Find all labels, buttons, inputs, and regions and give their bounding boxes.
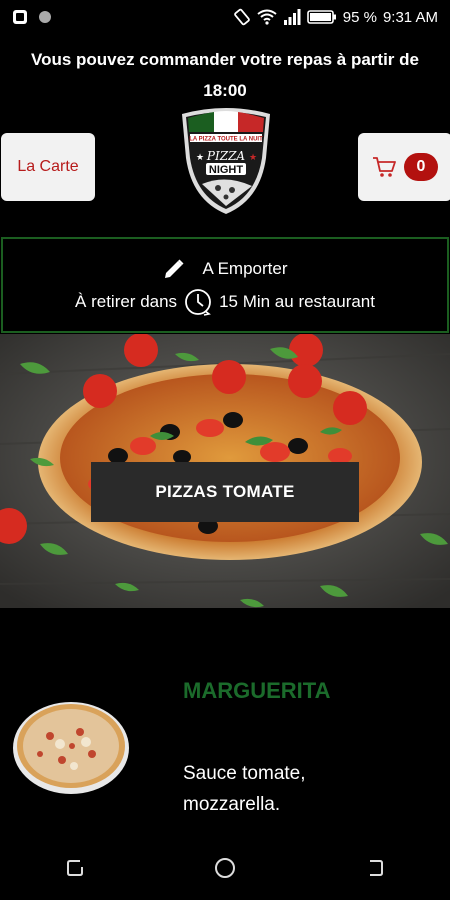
product-image: [13, 702, 129, 794]
record-icon: [39, 11, 51, 23]
cart-count-badge: 0: [404, 153, 438, 181]
home-icon[interactable]: [213, 856, 237, 880]
rotation-lock-icon: [233, 8, 250, 26]
product-card[interactable]: MARGUERITA Sauce tomate, mozzarella.: [0, 640, 450, 840]
notification-icon: [13, 10, 27, 24]
system-navigation-bar: [0, 836, 450, 900]
battery-level: 95 %: [342, 8, 377, 26]
pickup-time-row: À retirer dans 15 Min au restaurant: [3, 287, 447, 317]
order-mode-row: A Emporter: [3, 257, 447, 281]
banner-line-1: Vous pouvez commander votre repas à part…: [31, 50, 419, 69]
logo-tagline: LA PIZZA TOUTE LA NUIT: [189, 137, 263, 143]
menu-button[interactable]: La Carte: [1, 133, 95, 201]
back-icon[interactable]: [364, 857, 386, 879]
banner-line-2: 18:00: [203, 81, 247, 100]
pizza-night-logo: LA PIZZA TOUTE LA NUIT ★ ★ PIZZA NIGHT: [182, 108, 270, 214]
status-left: [12, 9, 52, 25]
wifi-icon: [257, 9, 277, 25]
opening-hours-banner: Vous pouvez commander votre repas à part…: [0, 44, 450, 106]
recents-icon[interactable]: [64, 857, 86, 879]
status-bar: 95 % 9:31 AM: [0, 0, 450, 34]
svg-text:★: ★: [249, 153, 257, 163]
edit-pencil-icon[interactable]: [162, 257, 186, 281]
menu-button-label: La Carte: [17, 158, 79, 175]
order-mode-label: A Emporter: [202, 259, 288, 278]
cart-icon: [373, 157, 396, 177]
category-pizzas-tomate-button[interactable]: PIZZAS TOMATE: [91, 462, 359, 522]
cart-button[interactable]: 0: [358, 133, 450, 201]
battery-icon: [306, 10, 336, 24]
pickup-prefix: À retirer dans: [75, 292, 178, 311]
logo-brand-bottom: NIGHT: [209, 164, 244, 176]
product-description: Sauce tomate, mozzarella.: [183, 763, 306, 815]
product-name: MARGUERITA: [183, 678, 331, 703]
order-mode-panel[interactable]: A Emporter À retirer dans 15 Min au rest…: [1, 237, 449, 333]
clock: 9:31 AM: [382, 8, 438, 26]
signal-icon: [283, 9, 301, 25]
clock-icon: [185, 289, 211, 316]
logo-brand-top: PIZZA: [206, 149, 245, 163]
svg-text:★: ★: [196, 153, 204, 163]
status-right: 95 % 9:31 AM: [233, 8, 438, 26]
pickup-time: 15 Min au restaurant: [219, 292, 375, 311]
